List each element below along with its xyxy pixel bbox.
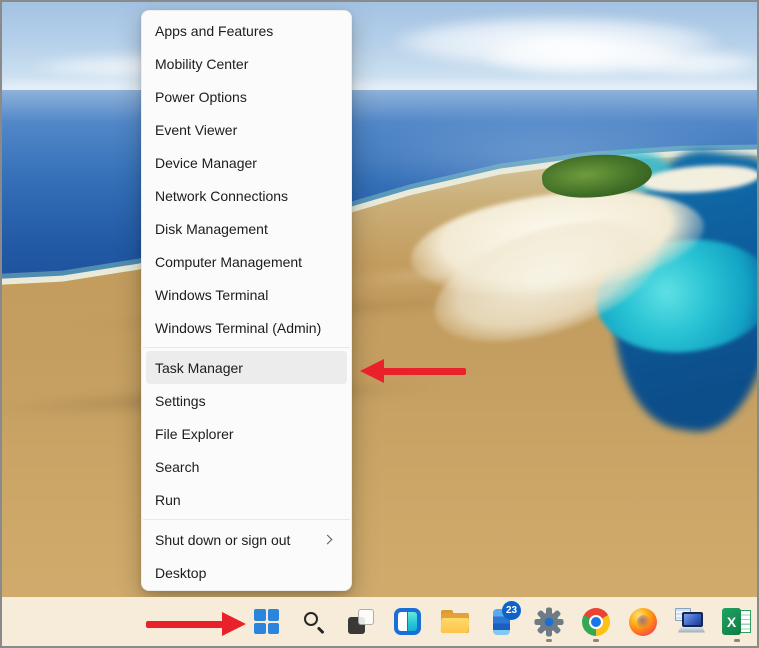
arrow-shaft <box>382 368 466 375</box>
file-explorer-button[interactable] <box>431 598 478 645</box>
menu-item-label: Search <box>155 458 200 475</box>
widgets-icon <box>394 608 421 635</box>
menu-item-label: Settings <box>155 392 206 409</box>
menu-item-label: Desktop <box>155 564 207 581</box>
menu-item-windows-terminal-admin[interactable]: Windows Terminal (Admin) <box>146 311 347 344</box>
menu-item-file-explorer[interactable]: File Explorer <box>146 417 347 450</box>
menu-separator <box>143 347 350 348</box>
menu-separator <box>143 519 350 520</box>
settings-button[interactable] <box>525 598 572 645</box>
menu-item-label: Apps and Features <box>155 22 274 39</box>
menu-item-label: Windows Terminal (Admin) <box>155 319 322 336</box>
taskbar: 23 X <box>2 597 757 646</box>
menu-item-label: Computer Management <box>155 253 303 270</box>
windows-start-icon <box>254 609 279 634</box>
winx-quick-link-menu: Apps and Features Mobility Center Power … <box>141 10 352 591</box>
menu-item-shut-down-or-sign-out[interactable]: Shut down or sign out <box>146 523 347 556</box>
search-icon <box>302 610 326 634</box>
remote-desktop-button[interactable] <box>666 598 713 645</box>
menu-item-label: Power Options <box>155 88 247 105</box>
arrow-head <box>222 612 246 636</box>
annotation-arrow-to-task-manager <box>360 358 468 384</box>
menu-item-label: File Explorer <box>155 425 234 442</box>
menu-item-label: Network Connections <box>155 187 289 204</box>
chevron-right-icon <box>322 534 333 545</box>
running-indicator <box>733 639 740 642</box>
start-button[interactable] <box>243 598 290 645</box>
task-view-button[interactable] <box>337 598 384 645</box>
chrome-button[interactable] <box>572 598 619 645</box>
arrow-head <box>360 359 384 383</box>
menu-item-label: Run <box>155 491 181 508</box>
excel-button[interactable]: X <box>713 598 757 645</box>
menu-item-label: Device Manager <box>155 154 257 171</box>
taskbar-icon-row: 23 X <box>243 597 757 646</box>
menu-item-disk-management[interactable]: Disk Management <box>146 212 347 245</box>
chrome-icon <box>581 607 610 636</box>
menu-item-settings[interactable]: Settings <box>146 384 347 417</box>
menu-item-task-manager[interactable]: Task Manager <box>146 351 347 384</box>
task-view-icon <box>347 609 374 634</box>
menu-item-label: Task Manager <box>155 359 243 376</box>
notification-badge: 23 <box>502 600 521 620</box>
excel-icon: X <box>722 608 751 635</box>
menu-item-label: Event Viewer <box>155 121 238 138</box>
phone-link-icon: 23 <box>493 600 521 635</box>
wallpaper-cloud <box>622 50 757 76</box>
menu-item-event-viewer[interactable]: Event Viewer <box>146 113 347 146</box>
menu-item-label: Disk Management <box>155 220 268 237</box>
menu-item-label: Shut down or sign out <box>155 531 291 548</box>
search-button[interactable] <box>290 598 337 645</box>
menu-item-computer-management[interactable]: Computer Management <box>146 245 347 278</box>
remote-desktop-icon <box>674 607 705 636</box>
menu-item-run[interactable]: Run <box>146 483 347 516</box>
annotation-arrow-to-start-button <box>146 611 246 637</box>
arrow-shaft <box>146 621 223 628</box>
excel-x-glyph: X <box>722 608 741 635</box>
desktop-wallpaper[interactable] <box>2 2 757 597</box>
menu-item-desktop[interactable]: Desktop <box>146 556 347 589</box>
running-indicator <box>545 639 552 642</box>
widgets-button[interactable] <box>384 598 431 645</box>
menu-item-network-connections[interactable]: Network Connections <box>146 179 347 212</box>
menu-item-device-manager[interactable]: Device Manager <box>146 146 347 179</box>
firefox-button[interactable] <box>619 598 666 645</box>
menu-item-label: Windows Terminal <box>155 286 269 303</box>
phone-link-button[interactable]: 23 <box>478 598 525 645</box>
firefox-icon <box>628 607 657 636</box>
menu-item-apps-and-features[interactable]: Apps and Features <box>146 14 347 47</box>
file-explorer-folder-icon <box>439 610 470 633</box>
menu-item-label: Mobility Center <box>155 55 249 72</box>
windows11-desktop-screenshot: Apps and Features Mobility Center Power … <box>0 0 759 648</box>
menu-item-search[interactable]: Search <box>146 450 347 483</box>
menu-item-windows-terminal[interactable]: Windows Terminal <box>146 278 347 311</box>
running-indicator <box>592 639 599 642</box>
gear-icon <box>533 606 564 637</box>
menu-item-mobility-center[interactable]: Mobility Center <box>146 47 347 80</box>
menu-item-power-options[interactable]: Power Options <box>146 80 347 113</box>
